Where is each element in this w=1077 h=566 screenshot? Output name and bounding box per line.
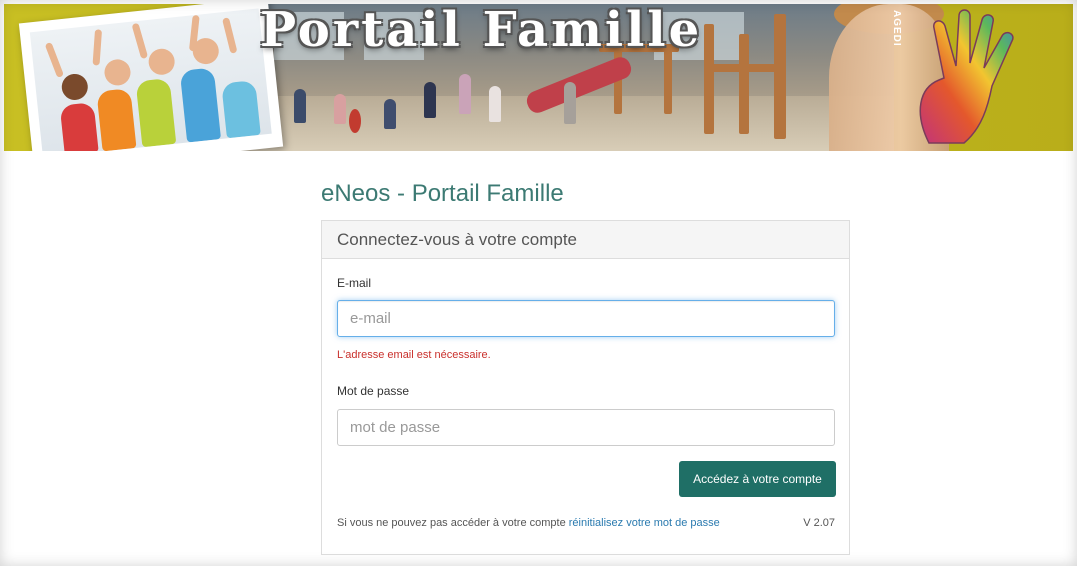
reset-password-link[interactable]: réinitialisez votre mot de passe [569,517,720,529]
login-panel: Connectez-vous à votre compte E-mail L'a… [321,220,850,555]
children-photo-card [18,4,284,151]
login-panel-title: Connectez-vous à votre compte [322,221,849,259]
password-help-text: Si vous ne pouvez pas accéder à votre co… [337,517,566,529]
email-field[interactable] [337,300,835,337]
banner-title: Portail Famille [260,4,703,58]
version-label: V 2.07 [803,517,835,529]
email-label: E-mail [337,276,372,290]
painted-hand-image [919,9,1014,144]
header-banner: Portail Famille AGEDI [4,4,1073,151]
login-submit-button[interactable]: Accédez à votre compte [679,461,836,497]
email-error-message: L'adresse email est nécessaire. [337,349,491,361]
password-field[interactable] [337,409,835,446]
page-title: eNeos - Portail Famille [321,180,564,207]
password-help: Si vous ne pouvez pas accéder à votre co… [337,517,837,529]
vendor-mark: AGEDI [891,10,902,47]
password-label: Mot de passe [337,384,410,398]
